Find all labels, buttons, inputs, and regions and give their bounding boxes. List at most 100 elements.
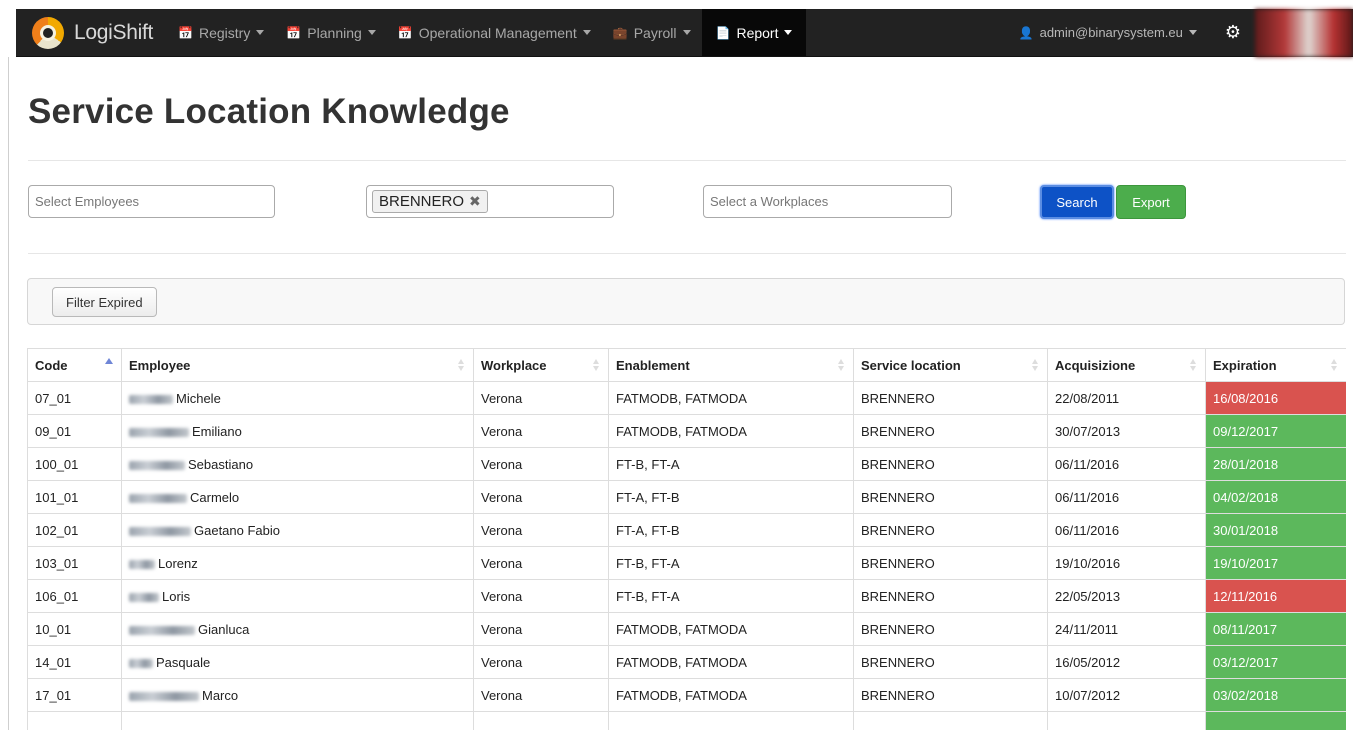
cell-acquisizione: 06/11/2016 [1047,513,1206,547]
redacted-surname [129,559,155,569]
user-menu[interactable]: 👤 admin@binarysystem.eu [1005,9,1211,56]
cell-workplace: Verona [473,414,609,448]
user-email: admin@binarysystem.eu [1039,25,1183,40]
cell-service-location: BRENNERO [853,381,1048,415]
avatar[interactable] [1255,8,1353,57]
cell-expiration-value: 08/11/2017 [1213,621,1278,637]
cell-service-location: BRENNERO [853,579,1048,613]
cell-acquisizione-value: 06/11/2016 [1055,456,1120,472]
column-header-acquisizione[interactable]: Acquisizione [1047,348,1206,382]
nav-item-label: Registry [198,24,251,41]
cell-code: 07_01 [27,381,122,415]
cell-enablement [608,711,854,730]
nav-item-operational-management[interactable]: 📅 Operational Management [387,9,602,56]
logishift-logo-icon [32,16,64,49]
nav-item-registry[interactable]: 📅 Registry [167,9,275,56]
cell-acquisizione: 22/08/2011 [1047,381,1206,415]
cell-enablement: FATMODB, FATMODA [608,414,854,448]
cell-enablement: FATMODB, FATMODA [608,381,854,415]
column-label: Service location [861,357,961,373]
cell-expiration-value: 03/02/2018 [1213,687,1279,703]
cell-service-location-value: BRENNERO [861,687,935,703]
column-header-employee[interactable]: Employee [121,348,474,382]
cell-enablement-value: FATMODB, FATMODA [616,423,747,439]
cell-service-location: BRENNERO [853,513,1048,547]
filter-expired-button[interactable]: Filter Expired [52,287,157,317]
cell-code [27,711,122,730]
cell-enablement: FT-A, FT-B [608,480,854,514]
cell-service-location: BRENNERO [853,414,1048,448]
nav-item-payroll[interactable]: 💼 Payroll [602,9,702,56]
sort-ascending-icon [105,358,113,364]
cell-code-value: 09_01 [35,423,72,439]
cell-workplace: Verona [473,579,609,613]
cell-service-location: BRENNERO [853,480,1048,514]
workplaces-select[interactable]: Select a Workplaces [703,185,952,218]
calendar-icon: 📅 [286,25,302,40]
table-row[interactable]: 09_01 Emiliano Verona FATMODB, FATMODA BRENN… [27,414,1346,448]
cell-employee: Sebastiano [121,447,474,481]
table-row[interactable]: 106_01 Loris Verona FT-B, FT-A BRENNERO 22/05… [27,579,1346,613]
cell-service-location: BRENNERO [853,546,1048,580]
cell-employee: Emiliano [121,414,474,448]
redacted-surname [129,691,199,701]
table-row[interactable]: 14_01 Pasquale Verona FATMODB, FATMODA BRENN… [27,645,1346,679]
cell-workplace-value: Verona [481,621,523,637]
column-header-enablement[interactable]: Enablement [608,348,854,382]
cell-code: 101_01 [27,480,122,514]
cell-code-value: 14_01 [35,654,72,670]
cell-enablement-value: FATMODB, FATMODA [616,621,747,637]
redacted-surname [129,493,187,503]
cell-code-value: 102_01 [35,522,79,538]
close-icon[interactable]: ✖ [469,193,481,210]
column-header-workplace[interactable]: Workplace [473,348,609,382]
brand[interactable]: LogiShift [16,9,153,56]
cell-expiration: 16/08/2016 [1205,381,1346,415]
column-header-expiration[interactable]: Expiration [1205,348,1346,382]
column-header-code[interactable]: Code [27,348,122,382]
top-navbar: LogiShift 📅 Registry 📅 Planning 📅 Operat… [16,8,1353,57]
nav-item-planning[interactable]: 📅 Planning [275,9,386,56]
cell-service-location-value: BRENNERO [861,423,935,439]
cell-expiration-value: 28/01/2018 [1213,456,1279,472]
table-row[interactable] [27,711,1346,730]
cell-acquisizione-value: 30/07/2013 [1055,423,1121,439]
nav-item-report[interactable]: 📄 Report [701,9,807,56]
divider [28,160,1346,161]
cell-workplace-value: Verona [481,456,523,472]
table-row[interactable]: 102_01 Gaetano Fabio Verona FT-A, FT-B BRENN… [27,513,1346,547]
search-button[interactable]: Search [1040,185,1114,219]
table-row[interactable]: 10_01 Gianluca Verona FATMODB, FATMODA BRENN… [27,612,1346,646]
cell-expiration-value: 04/02/2018 [1213,489,1279,505]
cell-code-value: 100_01 [35,456,79,472]
cell-workplace: Verona [473,612,609,646]
cell-enablement-value: FT-B, FT-A [616,456,680,472]
cell-service-location-value: BRENNERO [861,522,935,538]
table-row[interactable]: 07_01 Michele Verona FATMODB, FATMODA BRENNE… [27,381,1346,415]
cell-code: 14_01 [27,645,122,679]
export-button[interactable]: Export [1116,185,1186,219]
table-row[interactable]: 17_01 Marco Verona FATMODB, FATMODA BRENNERO… [27,678,1346,712]
location-tag: BRENNERO ✖ [372,190,488,213]
cell-service-location-value: BRENNERO [861,654,935,670]
cell-expiration-value: 03/12/2017 [1213,654,1279,670]
table-row[interactable]: 103_01 Lorenz Verona FT-B, FT-A BRENNERO 19/1… [27,546,1346,580]
table-row[interactable]: 101_01 Carmelo Verona FT-A, FT-B BRENNERO 06/… [27,480,1346,514]
cell-service-location-value: BRENNERO [861,456,935,472]
table-row[interactable]: 100_01 Sebastiano Verona FT-B, FT-A BRENNERO… [27,447,1346,481]
cell-enablement: FATMODB, FATMODA [608,612,854,646]
cell-enablement-value: FATMODB, FATMODA [616,654,747,670]
employees-select[interactable]: Select Employees [28,185,275,218]
nav-item-label: Operational Management [418,24,577,41]
cell-enablement-value: FT-A, FT-B [616,522,680,538]
cell-workplace [473,711,609,730]
cell-service-location: BRENNERO [853,447,1048,481]
cell-workplace-value: Verona [481,423,523,439]
cell-code: 09_01 [27,414,122,448]
gear-icon[interactable]: ⚙ [1211,22,1255,43]
cell-employee [121,711,474,730]
cell-enablement: FT-B, FT-A [608,546,854,580]
location-select[interactable]: BRENNERO ✖ [366,185,614,218]
column-header-service-location[interactable]: Service location [853,348,1048,382]
cell-code-value: 10_01 [35,621,72,637]
